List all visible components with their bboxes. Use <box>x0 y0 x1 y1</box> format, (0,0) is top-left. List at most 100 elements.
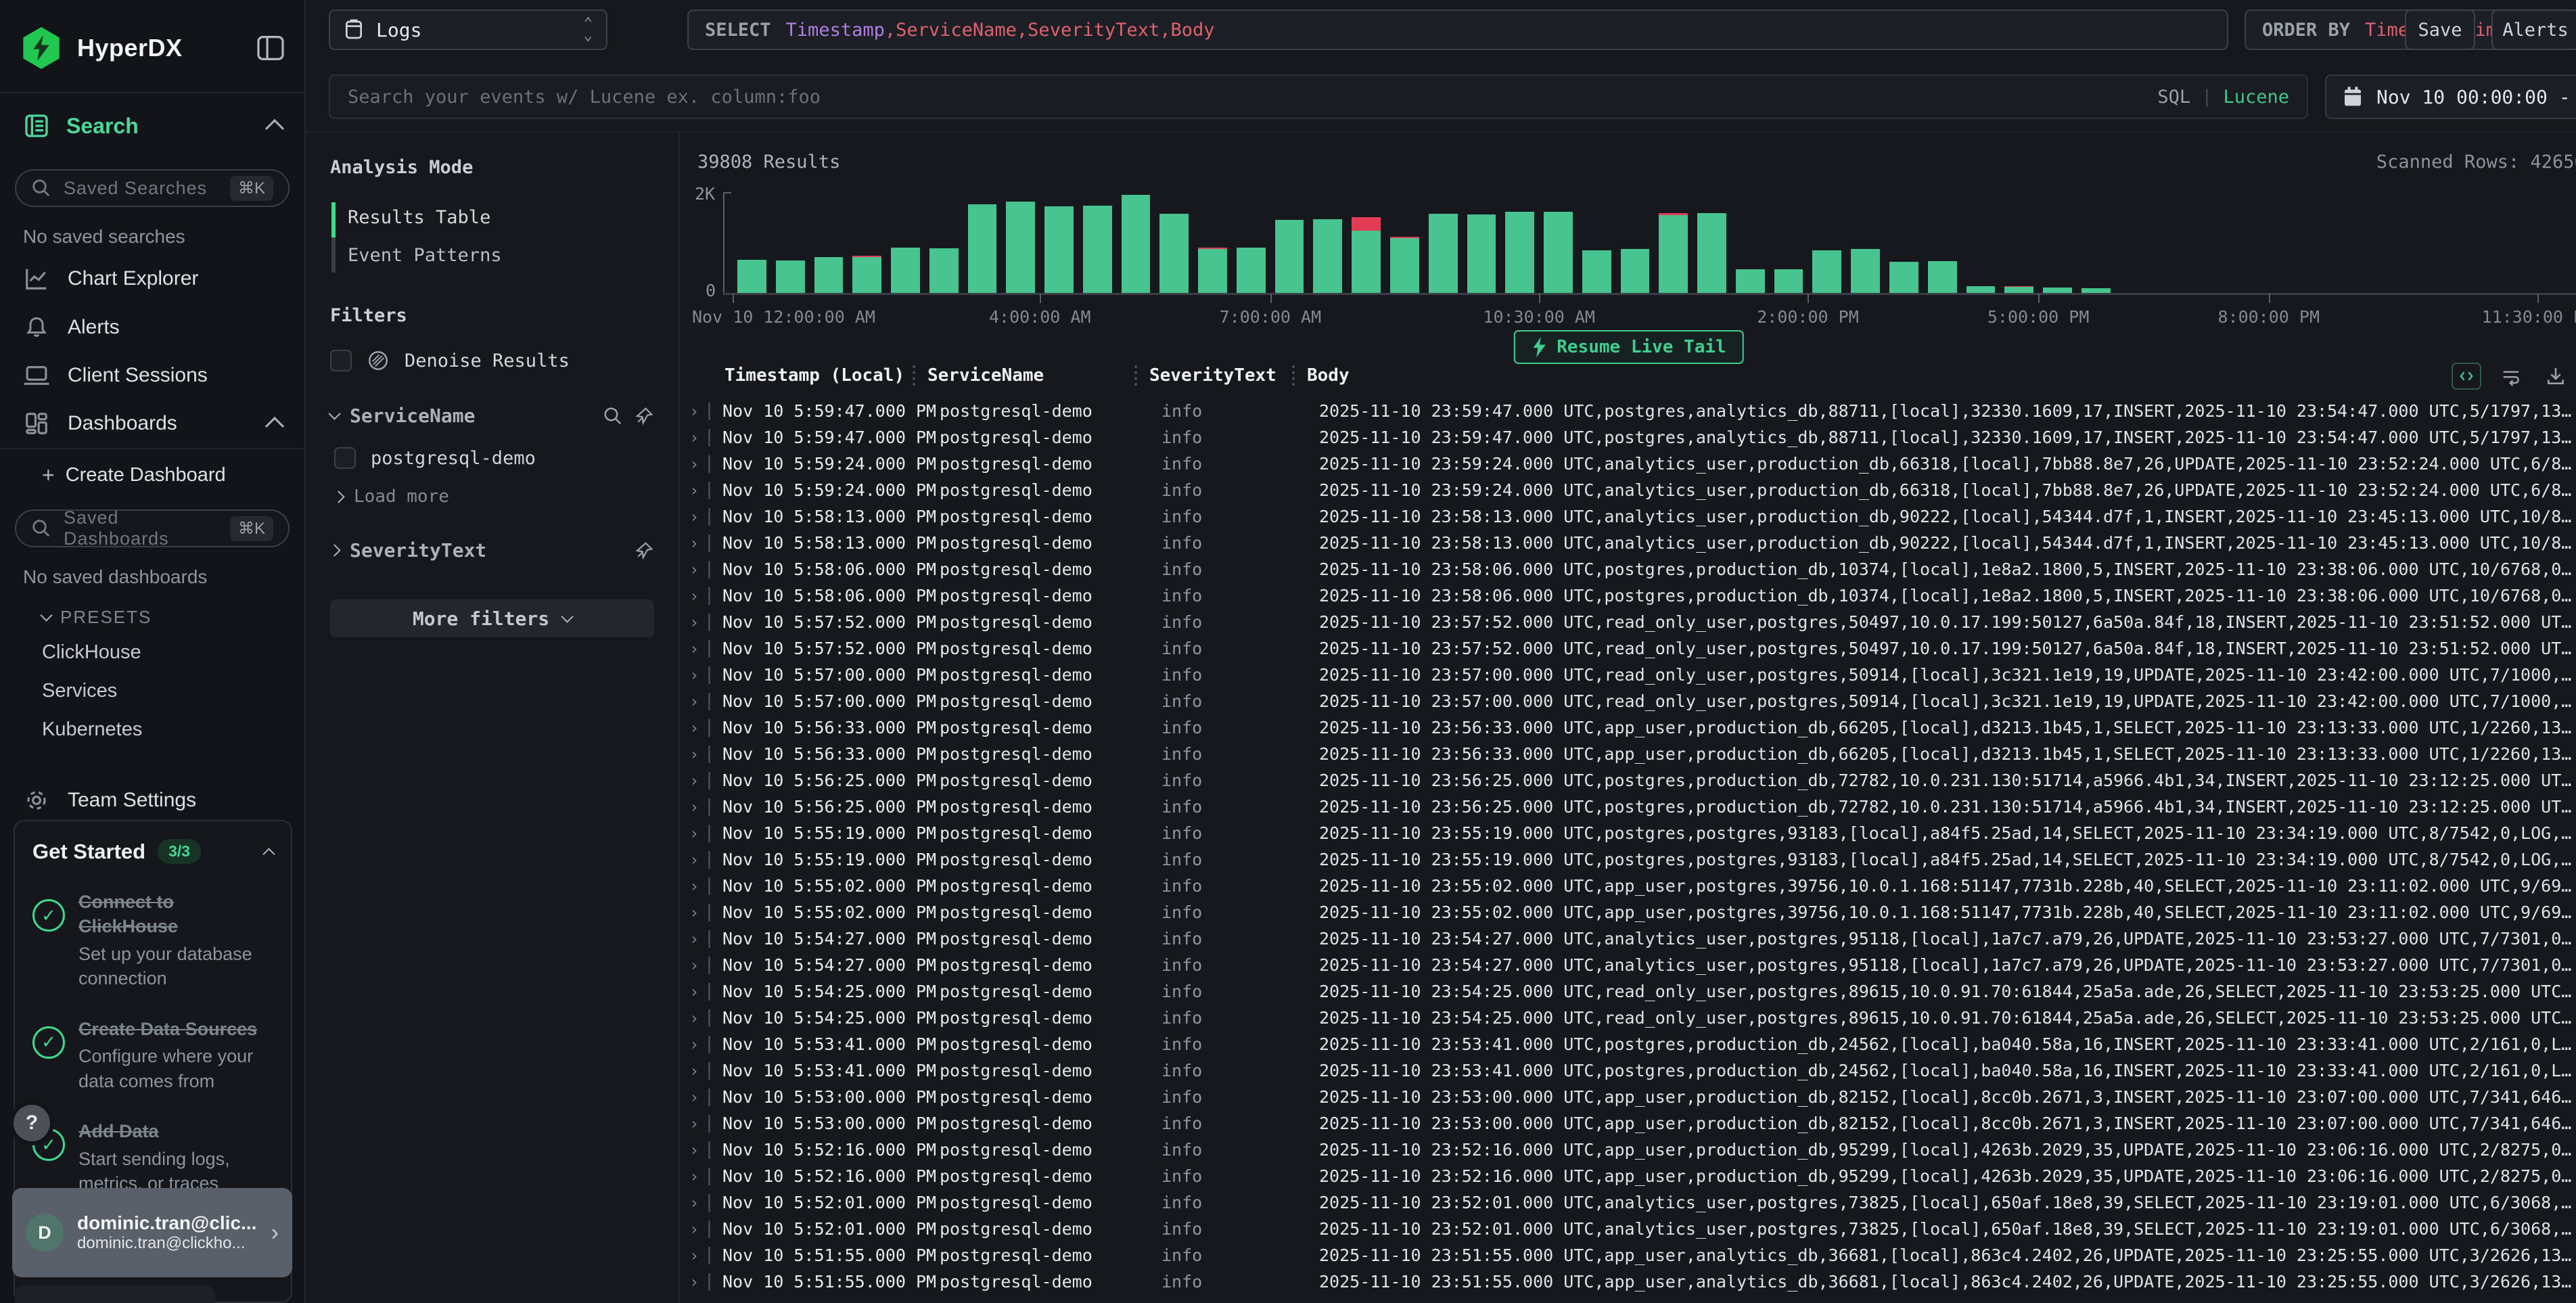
expand-row-icon[interactable]: › <box>681 507 708 526</box>
column-resize-handle[interactable] <box>1292 365 1295 386</box>
column-config-icon[interactable] <box>2452 363 2481 390</box>
expand-row-icon[interactable]: › <box>681 428 708 447</box>
table-row[interactable]: ›Nov 10 5:52:01.000 PMpostgresql-demoinf… <box>681 1189 2576 1216</box>
table-row[interactable]: ›Nov 10 5:55:02.000 PMpostgresql-demoinf… <box>681 899 2576 925</box>
expand-row-icon[interactable]: › <box>681 1193 708 1212</box>
table-row[interactable]: ›Nov 10 5:57:52.000 PMpostgresql-demoinf… <box>681 609 2576 635</box>
alerts-button[interactable]: Alerts <box>2491 9 2576 50</box>
table-row[interactable]: ›Nov 10 5:56:33.000 PMpostgresql-demoinf… <box>681 714 2576 741</box>
table-row[interactable]: ›Nov 10 5:53:41.000 PMpostgresql-demoinf… <box>681 1057 2576 1084</box>
saved-searches-input[interactable]: Saved Searches ⌘K <box>15 169 290 207</box>
table-row[interactable]: ›Nov 10 5:54:25.000 PMpostgresql-demoinf… <box>681 978 2576 1005</box>
sidebar-item-chart-explorer[interactable]: Chart Explorer <box>0 254 304 303</box>
table-row[interactable]: ›Nov 10 5:57:00.000 PMpostgresql-demoinf… <box>681 688 2576 714</box>
facet-servicename-header[interactable]: ServiceName <box>330 405 654 427</box>
pin-icon[interactable] <box>634 541 654 561</box>
table-row[interactable]: ›Nov 10 5:57:00.000 PMpostgresql-demoinf… <box>681 662 2576 688</box>
expand-row-icon[interactable]: › <box>681 1246 708 1265</box>
expand-row-icon[interactable]: › <box>681 402 708 421</box>
select-columns-input[interactable]: SELECT Timestamp ,ServiceName,SeverityTe… <box>687 9 2228 50</box>
lucene-mode-option[interactable]: Lucene <box>2223 87 2289 108</box>
expand-row-icon[interactable]: › <box>681 982 708 1001</box>
table-row[interactable]: ›Nov 10 5:55:19.000 PMpostgresql-demoinf… <box>681 846 2576 873</box>
resume-live-tail-button[interactable]: Resume Live Tail <box>1513 330 1743 364</box>
expand-row-icon[interactable]: › <box>681 666 708 685</box>
mode-results-table[interactable]: Results Table <box>348 198 654 236</box>
table-row[interactable]: ›Nov 10 5:59:24.000 PMpostgresql-demoinf… <box>681 451 2576 477</box>
mode-event-patterns[interactable]: Event Patterns <box>348 236 654 274</box>
get-started-item[interactable]: ✓Create Data SourcesConfigure where your… <box>32 1017 273 1093</box>
table-row[interactable]: ›Nov 10 5:58:06.000 PMpostgresql-demoinf… <box>681 556 2576 582</box>
get-started-header[interactable]: Get Started 3/3 <box>32 839 273 864</box>
table-row[interactable]: ›Nov 10 5:56:25.000 PMpostgresql-demoinf… <box>681 794 2576 820</box>
user-account-button[interactable]: D dominic.tran@clic... dominic.tran@clic… <box>12 1188 292 1277</box>
sidebar-item-search[interactable]: Search <box>0 93 304 158</box>
denoise-checkbox[interactable] <box>330 350 352 371</box>
sidebar-item-alerts[interactable]: Alerts <box>0 303 304 352</box>
save-button[interactable]: Save <box>2405 9 2475 50</box>
download-icon[interactable] <box>2541 363 2571 390</box>
expand-row-icon[interactable]: › <box>681 1061 708 1080</box>
table-row[interactable]: ›Nov 10 5:57:52.000 PMpostgresql-demoinf… <box>681 635 2576 662</box>
sidebar-item-dashboards[interactable]: Dashboards <box>0 399 304 448</box>
expand-row-icon[interactable]: › <box>681 798 708 817</box>
expand-row-icon[interactable]: › <box>681 534 708 553</box>
date-range-picker[interactable]: Nov 10 00:00:00 - Nov 11 00:00:00 <box>2325 74 2576 119</box>
sidebar-item-team-settings[interactable]: Team Settings <box>0 776 304 825</box>
table-row[interactable]: ›Nov 10 5:59:47.000 PMpostgresql-demoinf… <box>681 398 2576 424</box>
get-started-item[interactable]: ✓Connect to ClickHouseSet up your databa… <box>32 890 273 991</box>
get-started-item[interactable]: ✓Add DataStart sending logs, metrics, or… <box>32 1119 273 1195</box>
chevron-up-icon[interactable] <box>262 848 275 860</box>
help-button[interactable]: ? <box>14 1105 50 1141</box>
table-row[interactable]: ›Nov 10 5:58:13.000 PMpostgresql-demoinf… <box>681 530 2576 556</box>
table-row[interactable]: ›Nov 10 5:58:13.000 PMpostgresql-demoinf… <box>681 503 2576 530</box>
table-row[interactable]: ›Nov 10 5:53:00.000 PMpostgresql-demoinf… <box>681 1110 2576 1137</box>
table-row[interactable]: ›Nov 10 5:55:02.000 PMpostgresql-demoinf… <box>681 873 2576 899</box>
create-dashboard-button[interactable]: + Create Dashboard <box>0 449 304 499</box>
column-header-servicename[interactable]: ServiceName <box>913 365 1134 386</box>
table-row[interactable]: ›Nov 10 5:52:16.000 PMpostgresql-demoinf… <box>681 1163 2576 1189</box>
table-row[interactable]: ›Nov 10 5:58:06.000 PMpostgresql-demoinf… <box>681 582 2576 609</box>
table-row[interactable]: ›Nov 10 5:54:25.000 PMpostgresql-demoinf… <box>681 1005 2576 1031</box>
expand-row-icon[interactable]: › <box>681 455 708 474</box>
table-row[interactable]: ›Nov 10 5:51:55.000 PMpostgresql-demoinf… <box>681 1242 2576 1268</box>
expand-row-icon[interactable]: › <box>681 1114 708 1133</box>
facet-severitytext-header[interactable]: SeverityText <box>330 539 654 562</box>
source-select[interactable]: Logs ⌃⌄ <box>329 9 607 50</box>
column-resize-handle[interactable] <box>1134 365 1137 386</box>
expand-row-icon[interactable]: › <box>681 1035 708 1054</box>
lucene-search-input[interactable]: Search your events w/ Lucene ex. column:… <box>329 74 2308 119</box>
sidebar-preset-clickhouse[interactable]: ClickHouse <box>0 633 304 672</box>
expand-row-icon[interactable]: › <box>681 850 708 869</box>
table-row[interactable]: ›Nov 10 5:53:41.000 PMpostgresql-demoinf… <box>681 1031 2576 1057</box>
column-header-severitytext[interactable]: SeverityText <box>1134 365 1292 386</box>
table-row[interactable]: ›Nov 10 5:59:47.000 PMpostgresql-demoinf… <box>681 424 2576 451</box>
expand-row-icon[interactable]: › <box>681 481 708 500</box>
table-row[interactable]: ›Nov 10 5:54:27.000 PMpostgresql-demoinf… <box>681 925 2576 952</box>
expand-row-icon[interactable]: › <box>681 824 708 843</box>
column-header-body[interactable]: Body <box>1292 365 2576 386</box>
pin-icon[interactable] <box>634 406 654 426</box>
load-more-button[interactable]: Load more <box>334 486 654 507</box>
query-language-toggle[interactable]: SQL | Lucene <box>2157 87 2289 108</box>
sql-mode-option[interactable]: SQL <box>2157 87 2190 108</box>
table-row[interactable]: ›Nov 10 5:52:16.000 PMpostgresql-demoinf… <box>681 1137 2576 1163</box>
sidebar-preset-kubernetes[interactable]: Kubernetes <box>0 710 304 749</box>
facet-search-icon[interactable] <box>603 406 623 426</box>
expand-row-icon[interactable]: › <box>681 692 708 711</box>
sidebar-preset-services[interactable]: Services <box>0 672 304 710</box>
expand-row-icon[interactable]: › <box>681 1088 708 1107</box>
table-row[interactable]: ›Nov 10 5:51:55.000 PMpostgresql-demoinf… <box>681 1268 2576 1295</box>
sidebar-item-client-sessions[interactable]: Client Sessions <box>0 352 304 399</box>
expand-row-icon[interactable]: › <box>681 1273 708 1291</box>
expand-row-icon[interactable]: › <box>681 1009 708 1028</box>
expand-row-icon[interactable]: › <box>681 587 708 605</box>
expand-row-icon[interactable]: › <box>681 639 708 658</box>
facet-checkbox[interactable] <box>334 447 356 469</box>
denoise-results-row[interactable]: Denoise Results <box>330 349 654 372</box>
expand-row-icon[interactable]: › <box>681 930 708 948</box>
expand-row-icon[interactable]: › <box>681 745 708 764</box>
sidebar-collapse-icon[interactable] <box>257 36 284 60</box>
expand-row-icon[interactable]: › <box>681 1220 708 1239</box>
column-header-timestamp[interactable]: Timestamp (Local) <box>681 365 913 386</box>
